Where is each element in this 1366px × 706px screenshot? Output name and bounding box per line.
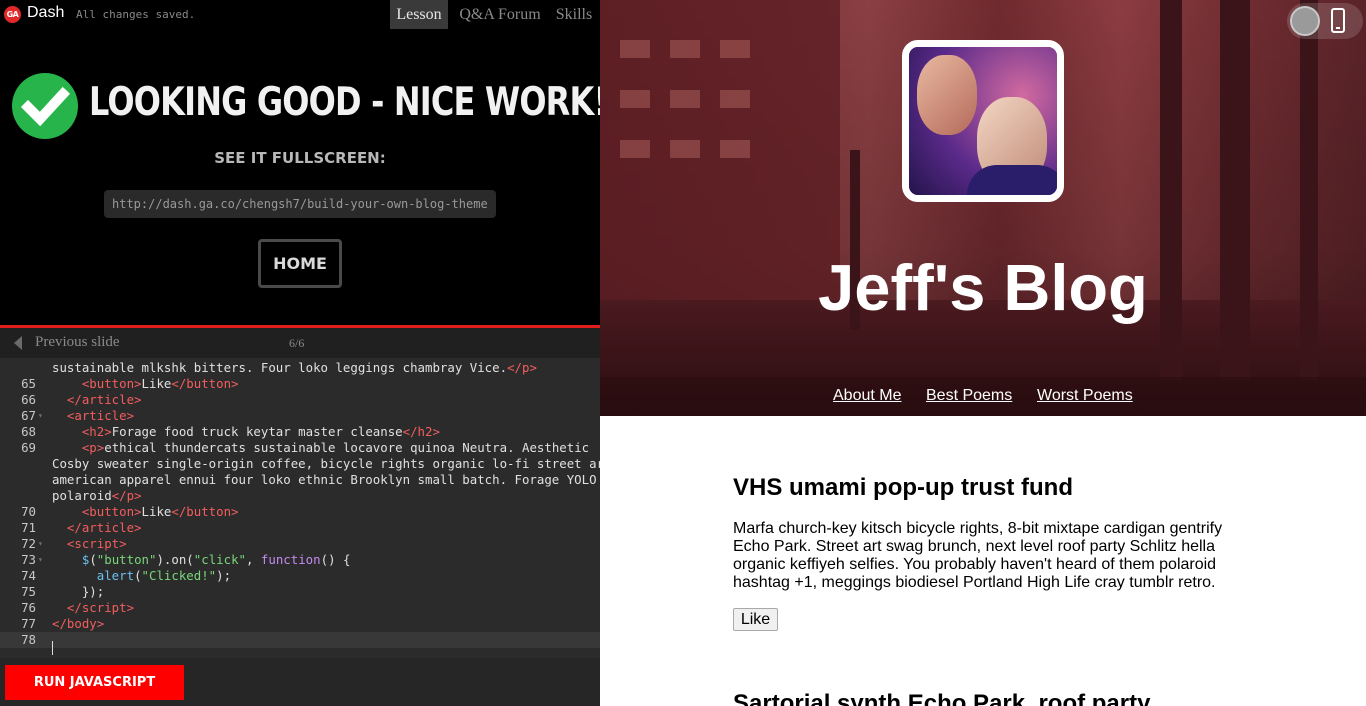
line-number: 67 [21, 408, 36, 423]
code-text: polaroid</p> [52, 488, 142, 503]
arrow-left-icon[interactable] [14, 336, 22, 350]
home-button[interactable]: HOME [258, 239, 342, 288]
line-number: 69 [21, 440, 36, 455]
code-text: $("button").on("click", function() { [81, 552, 351, 567]
code-text: <article> [66, 408, 135, 423]
preview-pane: Jeff's Blog About Me Best Poems Worst Po… [600, 0, 1366, 706]
line-number: 71 [21, 520, 36, 535]
line-number: 72 [21, 536, 36, 551]
slide-nav: Previous slide 6/6 [0, 328, 600, 358]
code-line[interactable]: 75 }); [0, 584, 600, 600]
post-title: Sartorial synth Echo Park, roof party [733, 690, 1151, 706]
line-number: 65 [21, 376, 36, 391]
code-line[interactable]: 65 <button>Like</button> [0, 376, 600, 392]
code-editor[interactable]: sustainable mlkshk bitters. Four loko le… [0, 358, 600, 658]
code-line[interactable]: 74 alert("Clicked!"); [0, 568, 600, 584]
line-number: 66 [21, 392, 36, 407]
line-number: 74 [21, 568, 36, 583]
device-toggle[interactable] [1287, 3, 1363, 39]
fold-arrow-icon[interactable]: ▾ [38, 536, 43, 552]
window-image [670, 140, 700, 158]
code-text: alert("Clicked!"); [96, 568, 232, 583]
code-line[interactable]: Cosby sweater single-origin coffee, bicy… [0, 456, 600, 472]
line-number: 68 [21, 424, 36, 439]
phone-icon[interactable] [1331, 8, 1345, 33]
code-line[interactable]: american apparel ennui four loko ethnic … [0, 472, 600, 488]
slide-counter: 6/6 [289, 336, 305, 350]
window-image [670, 90, 700, 108]
window-image [620, 140, 650, 158]
run-bar: RUN JAVASCRIPT [0, 658, 600, 706]
avatar [902, 40, 1064, 202]
blog-header: Jeff's Blog About Me Best Poems Worst Po… [600, 0, 1366, 416]
code-line[interactable]: 77 </body> [0, 616, 600, 632]
window-image [620, 90, 650, 108]
code-line[interactable]: 69 <p>ethical thundercats sustainable lo… [0, 440, 600, 456]
code-text: Cosby sweater single-origin coffee, bicy… [52, 456, 600, 471]
code-text: </script> [66, 600, 135, 615]
run-javascript-button[interactable]: RUN JAVASCRIPT [5, 665, 184, 700]
code-line[interactable]: 66 </article> [0, 392, 600, 408]
fullscreen-url-field[interactable]: http://dash.ga.co/chengsh7/build-your-ow… [104, 190, 496, 218]
window-image [620, 40, 650, 58]
window-image [720, 40, 750, 58]
code-line[interactable]: 78 [0, 632, 600, 648]
code-text: </body> [52, 616, 105, 631]
code-text: </article> [66, 520, 142, 535]
tab-qa-forum[interactable]: Q&A Forum [456, 0, 544, 29]
tab-skills[interactable]: Skills [552, 0, 596, 29]
nav-link-about-me[interactable]: About Me [833, 387, 901, 405]
line-number: 77 [21, 616, 36, 631]
fold-arrow-icon[interactable]: ▾ [38, 552, 43, 568]
window-image [720, 90, 750, 108]
code-line[interactable]: 72 ▾ <script> [0, 536, 600, 552]
code-line[interactable]: 70 <button>Like</button> [0, 504, 600, 520]
fold-arrow-icon[interactable]: ▾ [38, 408, 43, 424]
window-image [720, 140, 750, 158]
text-cursor [52, 641, 53, 655]
code-text: <button>Like</button> [81, 504, 239, 519]
app-name: Dash [27, 4, 65, 21]
like-button[interactable]: Like [733, 608, 778, 631]
code-text: <button>Like</button> [81, 376, 239, 391]
line-number: 73 [21, 552, 36, 567]
code-text: sustainable mlkshk bitters. Four loko le… [52, 360, 537, 375]
top-bar: GA Dash All changes saved. Lesson Q&A Fo… [0, 0, 600, 29]
code-line[interactable]: 68 <h2>Forage food truck keytar master c… [0, 424, 600, 440]
code-line[interactable]: 67 ▾ <article> [0, 408, 600, 424]
window-image [670, 40, 700, 58]
code-text: }); [52, 584, 105, 599]
toggle-knob[interactable] [1290, 6, 1320, 36]
line-number: 70 [21, 504, 36, 519]
post-body: Marfa church-key kitsch bicycle rights, … [733, 520, 1223, 591]
success-title: LOOKING GOOD - NICE WORK! [89, 80, 600, 125]
code-text: <p>ethical thundercats sustainable locav… [81, 440, 590, 455]
code-text: </article> [66, 392, 142, 407]
code-line[interactable]: 71 </article> [0, 520, 600, 536]
code-text: american apparel ennui four loko ethnic … [52, 472, 597, 487]
tab-lesson[interactable]: Lesson [390, 0, 448, 29]
blog-title: Jeff's Blog [818, 251, 1148, 324]
save-status: All changes saved. [76, 8, 196, 21]
code-line[interactable]: sustainable mlkshk bitters. Four loko le… [0, 360, 600, 376]
blog-nav: About Me Best Poems Worst Poems [600, 377, 1366, 416]
code-line[interactable]: 76 </script> [0, 600, 600, 616]
post-title: VHS umami pop-up trust fund [733, 474, 1073, 501]
line-number: 75 [21, 584, 36, 599]
code-line[interactable]: 73 ▾ $("button").on("click", function() { [0, 552, 600, 568]
line-number: 78 [21, 632, 36, 647]
editor-pane: GA Dash All changes saved. Lesson Q&A Fo… [0, 0, 600, 706]
ga-logo: GA [4, 6, 21, 23]
previous-slide-link[interactable]: Previous slide [35, 334, 120, 351]
nav-link-best-poems[interactable]: Best Poems [926, 387, 1012, 405]
check-circle-icon [12, 73, 78, 139]
code-text: <script> [66, 536, 127, 551]
code-line[interactable]: polaroid</p> [0, 488, 600, 504]
nav-link-worst-poems[interactable]: Worst Poems [1037, 387, 1133, 405]
line-number: 76 [21, 600, 36, 615]
fullscreen-label: SEE IT FULLSCREEN: [214, 149, 386, 167]
code-text: <h2>Forage food truck keytar master clea… [81, 424, 440, 439]
